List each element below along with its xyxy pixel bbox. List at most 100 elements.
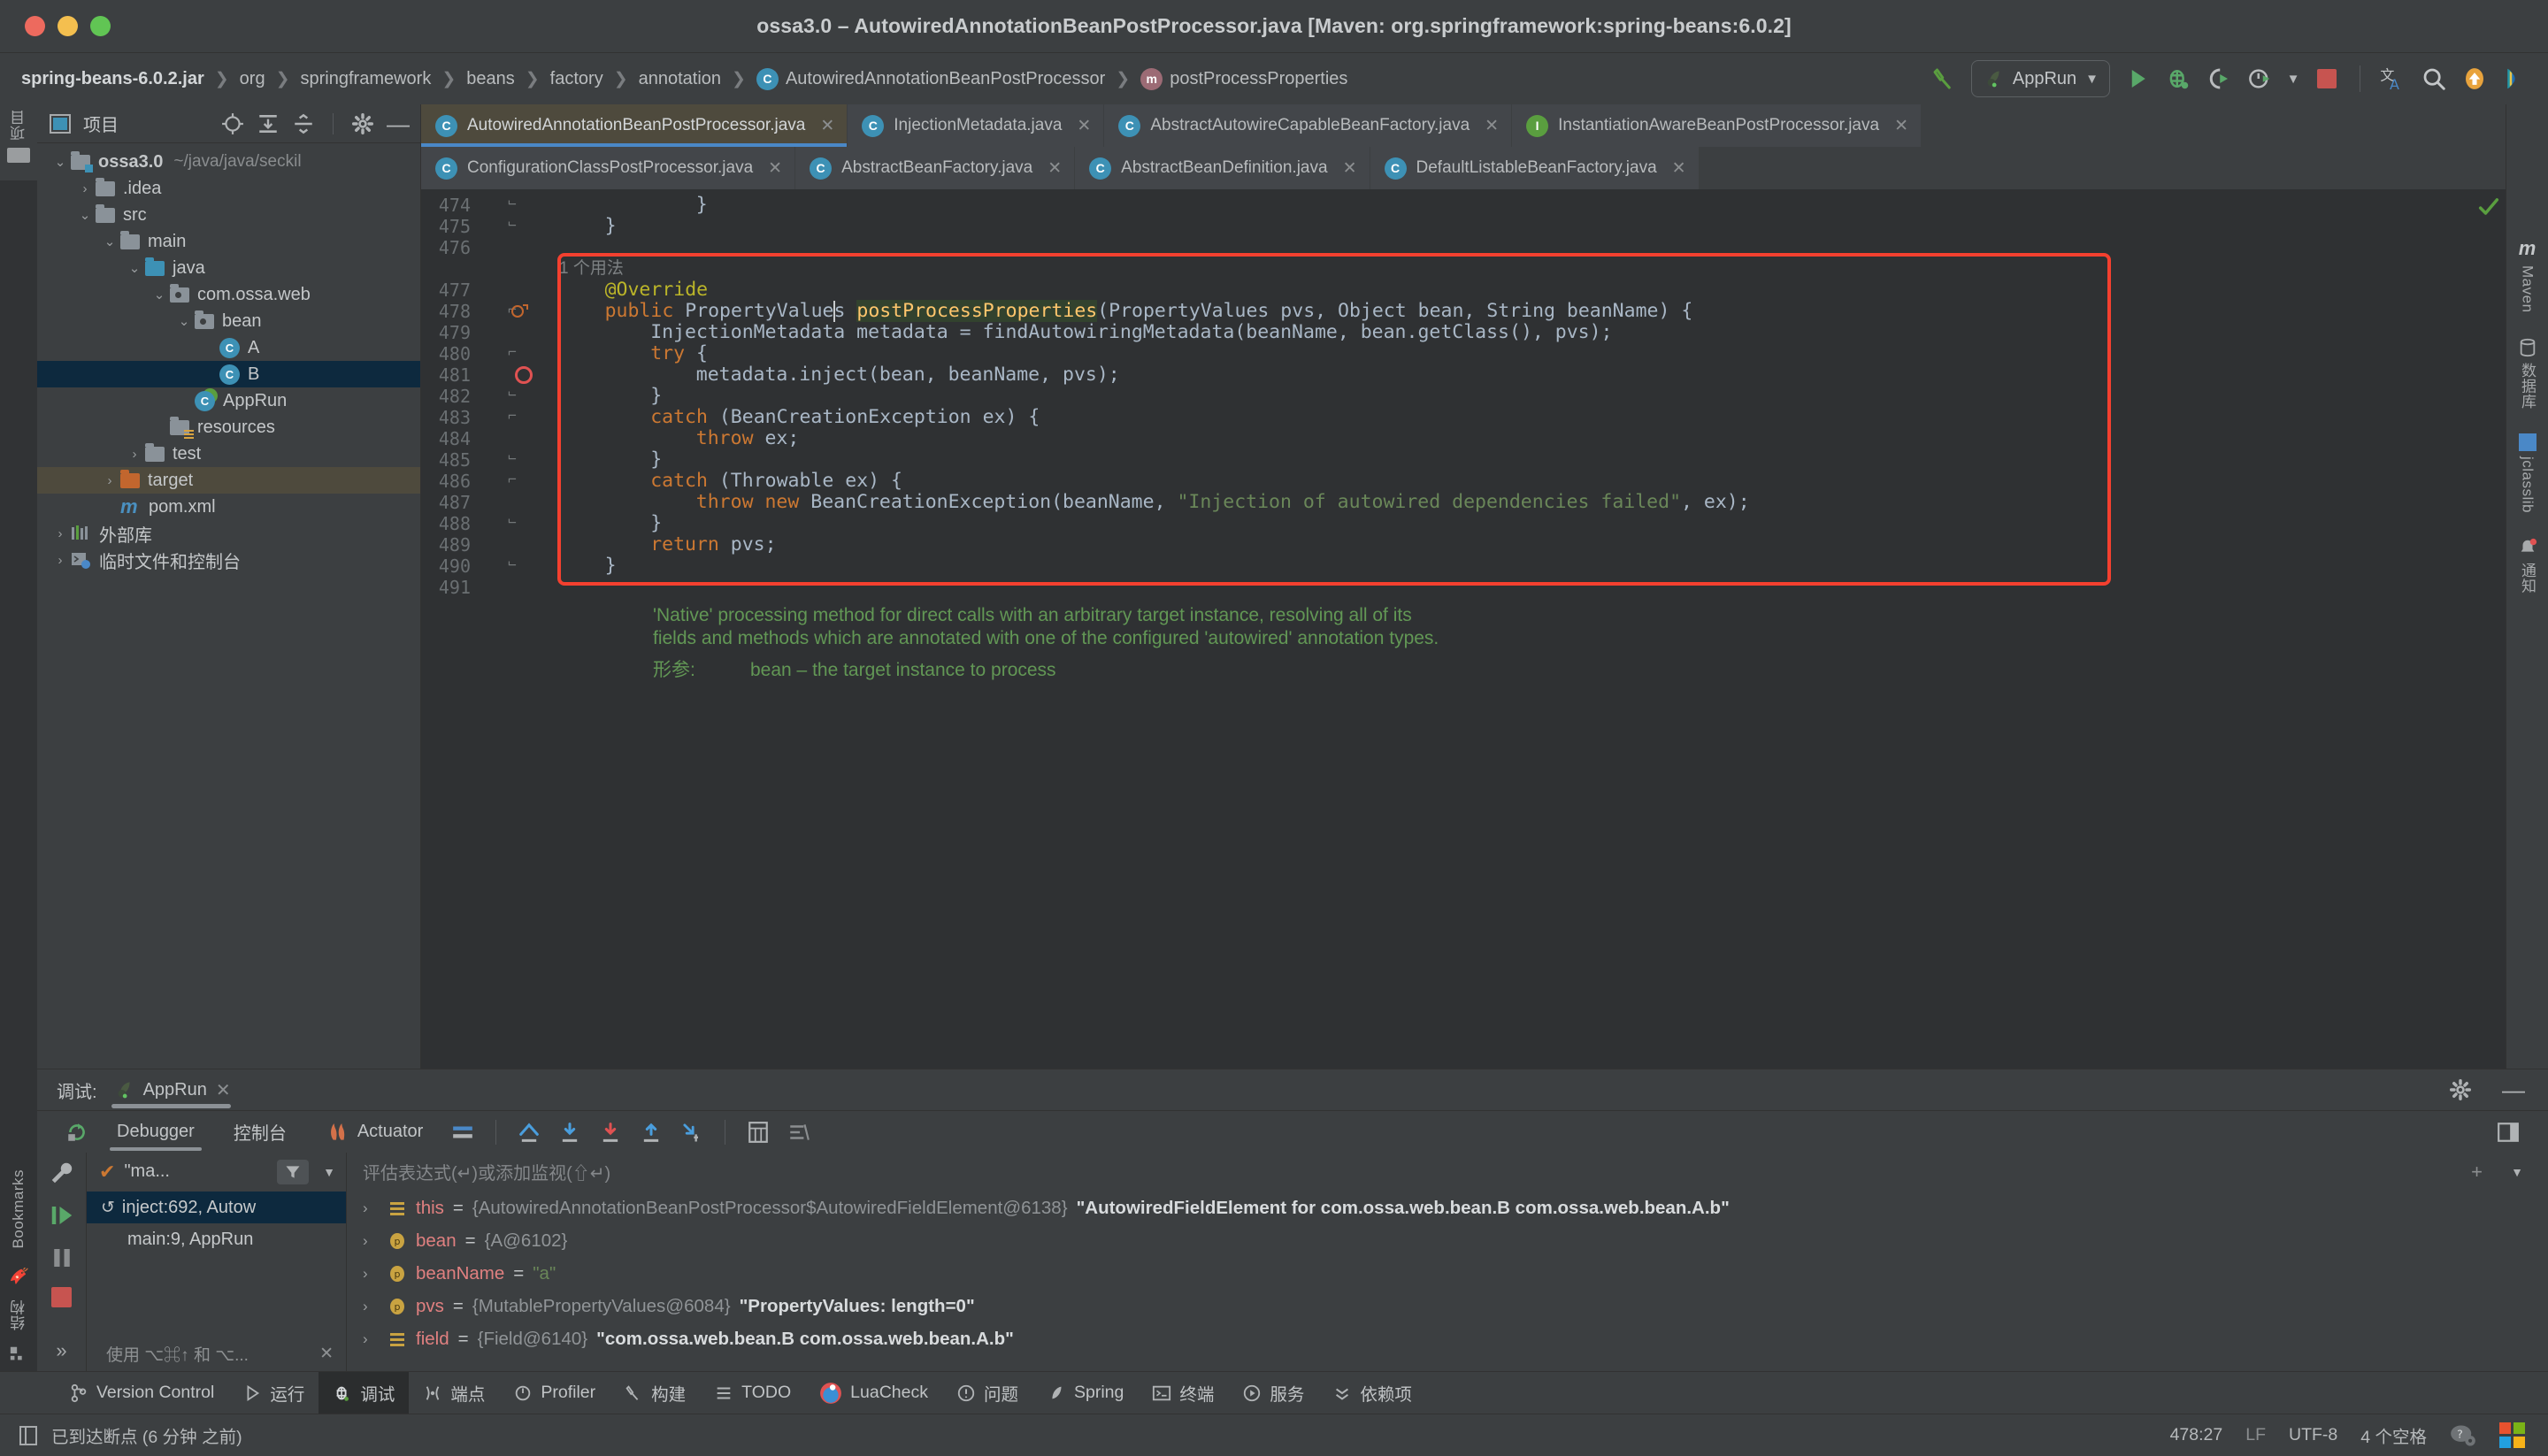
bottom-bar-item-[interactable]: 构建 xyxy=(610,1372,700,1414)
usage-hint[interactable]: 1 个用法 xyxy=(559,258,624,280)
sidebar-item-jclasslib[interactable]: jclasslib xyxy=(2518,433,2536,513)
pause-icon[interactable] xyxy=(49,1245,75,1271)
tree-node-[interactable]: › 临时文件和控制台 xyxy=(37,547,420,573)
bottom-bar-item-[interactable]: 问题 xyxy=(942,1372,1032,1414)
chevron-right-icon[interactable]: › xyxy=(99,473,120,488)
code-fold-marker[interactable]: ⌐ xyxy=(503,407,522,425)
bottom-bar-item-TODO[interactable]: TODO xyxy=(700,1372,805,1414)
gear-icon[interactable] xyxy=(351,112,374,135)
hammer-icon[interactable] xyxy=(1925,60,1962,97)
chevron-down-icon[interactable]: ▼ xyxy=(2282,60,2305,97)
step-over-icon[interactable] xyxy=(553,1115,587,1149)
tab-InjectionMetadata[interactable]: C InjectionMetadata.java ✕ xyxy=(848,104,1105,147)
sidebar-item-structure[interactable]: 结构 xyxy=(8,1299,30,1330)
tab-AutowiredAnnotationBeanPostProcessor[interactable]: C AutowiredAnnotationBeanPostProcessor.j… xyxy=(421,104,848,147)
bottom-bar-item-Spring[interactable]: Spring xyxy=(1032,1372,1138,1414)
breadcrumb-item-method[interactable]: postProcessProperties xyxy=(1170,69,1347,89)
chevron-down-icon[interactable]: ⌄ xyxy=(149,287,170,303)
close-icon[interactable]: ✕ xyxy=(1894,116,1908,136)
breadcrumb-item-springframework[interactable]: springframework xyxy=(301,69,432,89)
close-icon[interactable]: ✕ xyxy=(820,116,834,136)
code-fold-marker[interactable]: ⌐ xyxy=(503,216,522,234)
tab-AbstractBeanFactory[interactable]: C AbstractBeanFactory.java ✕ xyxy=(795,147,1076,189)
code-fold-marker[interactable]: ⌐ xyxy=(503,513,522,531)
more-icon[interactable]: » xyxy=(56,1339,66,1362)
bottom-bar-item-[interactable]: 依赖项 xyxy=(1318,1372,1426,1414)
add-watch-icon[interactable]: + xyxy=(2471,1161,2483,1184)
editor-gutter[interactable]: 474 ⌐ 475 ⌐ 476 477 478 ⌐ 479 480 ⌐ 481 482 ⌐ 483 ⌐ 484 4… xyxy=(421,189,547,1153)
variable-row[interactable]: › p bean = {A@6102} xyxy=(347,1224,2548,1257)
tree-node-test[interactable]: › test xyxy=(37,441,420,467)
close-icon[interactable]: ✕ xyxy=(1672,158,1686,179)
line-separator[interactable]: LF xyxy=(2245,1425,2266,1445)
sidebar-item-database[interactable]: 数据库 xyxy=(2516,338,2538,409)
variable-row[interactable]: › p beanName = "a" xyxy=(347,1257,2548,1290)
step-out-icon[interactable] xyxy=(634,1115,668,1149)
show-execution-point-icon[interactable] xyxy=(512,1115,546,1149)
tab-AbstractAutowireCapableBeanFactory[interactable]: C AbstractAutowireCapableBeanFactory.jav… xyxy=(1104,104,1513,147)
run-with-coverage-icon[interactable] xyxy=(2200,60,2237,97)
tree-node-main[interactable]: ⌄ main xyxy=(37,228,420,255)
minimize-icon[interactable]: — xyxy=(387,112,410,135)
tab-DefaultListableBeanFactory[interactable]: C DefaultListableBeanFactory.java ✕ xyxy=(1370,147,1700,189)
breadcrumb-item-beans[interactable]: beans xyxy=(466,69,515,89)
file-encoding[interactable]: UTF-8 xyxy=(2289,1425,2337,1445)
sidebar-item-bookmarks[interactable]: Bookmarks xyxy=(10,1169,27,1249)
chevron-down-icon[interactable]: ⌄ xyxy=(173,313,195,329)
rerun-icon[interactable] xyxy=(60,1115,94,1149)
filter-icon[interactable] xyxy=(277,1159,310,1184)
variable-row[interactable]: › p pvs = {MutablePropertyValues@6084} "Prope… xyxy=(347,1290,2548,1322)
caret-position[interactable]: 478:27 xyxy=(2170,1425,2223,1445)
tree-node-target[interactable]: › target xyxy=(37,467,420,494)
chevron-right-icon[interactable]: › xyxy=(363,1298,379,1315)
stop-icon[interactable] xyxy=(51,1287,72,1307)
bottom-bar-item-[interactable]: 终端 xyxy=(1138,1372,1228,1414)
bottom-bar-item-Profiler[interactable]: Profiler xyxy=(499,1372,610,1414)
bottom-bar-item-LuaCheck[interactable]: LuaCheck xyxy=(805,1372,942,1414)
chevron-down-icon[interactable]: ⌄ xyxy=(74,207,96,223)
indent-setting[interactable]: 4 个空格 xyxy=(2360,1422,2427,1448)
tree-node-java[interactable]: ⌄ java xyxy=(37,255,420,281)
thread-selector[interactable]: ✔ "ma... ▼ xyxy=(87,1153,346,1192)
chevron-right-icon[interactable]: › xyxy=(363,1330,379,1348)
chevron-right-icon[interactable]: › xyxy=(363,1265,379,1283)
chevron-right-icon[interactable]: › xyxy=(50,526,71,541)
folder-icon[interactable] xyxy=(7,148,30,163)
code-fold-marker[interactable]: ⌐ xyxy=(503,195,522,212)
close-icon[interactable]: ✕ xyxy=(216,1079,231,1101)
breadcrumb-item-annotation[interactable]: annotation xyxy=(639,69,721,89)
run-configuration-selector[interactable]: AppRun ▼ xyxy=(1970,60,2110,97)
breakpoint-marker[interactable] xyxy=(515,366,533,384)
debug-icon[interactable] xyxy=(2160,60,2197,97)
tree-node-idea[interactable]: › .idea xyxy=(37,175,420,202)
expand-all-icon[interactable] xyxy=(257,112,280,135)
chevron-down-icon[interactable]: ▼ xyxy=(2511,1165,2523,1179)
breadcrumb-item-factory[interactable]: factory xyxy=(550,69,603,89)
tab-actuator[interactable]: Actuator xyxy=(306,1111,442,1153)
close-icon[interactable]: ✕ xyxy=(319,1344,334,1364)
variable-row[interactable]: › this = {AutowiredAnnotationBeanPostProces… xyxy=(347,1192,2548,1224)
bottom-bar-item-[interactable]: 端点 xyxy=(409,1372,499,1414)
search-icon[interactable] xyxy=(2415,60,2452,97)
chevron-right-icon[interactable]: › xyxy=(50,553,71,568)
code-fold-marker[interactable]: ⌐ xyxy=(503,556,522,573)
chevron-down-icon[interactable]: ⌄ xyxy=(124,260,145,276)
stop-icon[interactable] xyxy=(2308,60,2345,97)
chevron-right-icon[interactable]: › xyxy=(363,1232,379,1250)
tab-AbstractBeanDefinition[interactable]: C AbstractBeanDefinition.java ✕ xyxy=(1075,147,1370,189)
ai-assistant-icon[interactable] xyxy=(2497,60,2534,97)
close-icon[interactable]: ✕ xyxy=(1485,116,1499,136)
collapse-all-icon[interactable] xyxy=(292,112,315,135)
tree-node-bean[interactable]: ⌄ bean xyxy=(37,308,420,334)
tree-node-B[interactable]: CB xyxy=(37,361,420,387)
sidebar-item-notifications[interactable]: 通知 xyxy=(2516,538,2538,594)
tree-node-pomxml[interactable]: m pom.xml xyxy=(37,494,420,520)
wrench-icon[interactable] xyxy=(49,1160,75,1186)
variable-row[interactable]: › field = {Field@6140} "com.ossa.web.bean.B … xyxy=(347,1322,2548,1355)
tab-InstantiationAwareBeanPostProcessor[interactable]: I InstantiationAwareBeanPostProcessor.ja… xyxy=(1512,104,1922,147)
stack-frame-main[interactable]: main:9, AppRun xyxy=(87,1223,346,1255)
close-icon[interactable]: ✕ xyxy=(768,158,782,179)
tree-node-[interactable]: › 外部库 xyxy=(37,520,420,547)
tree-node-resources[interactable]: resources xyxy=(37,414,420,441)
run-to-cursor-icon[interactable] xyxy=(675,1115,709,1149)
